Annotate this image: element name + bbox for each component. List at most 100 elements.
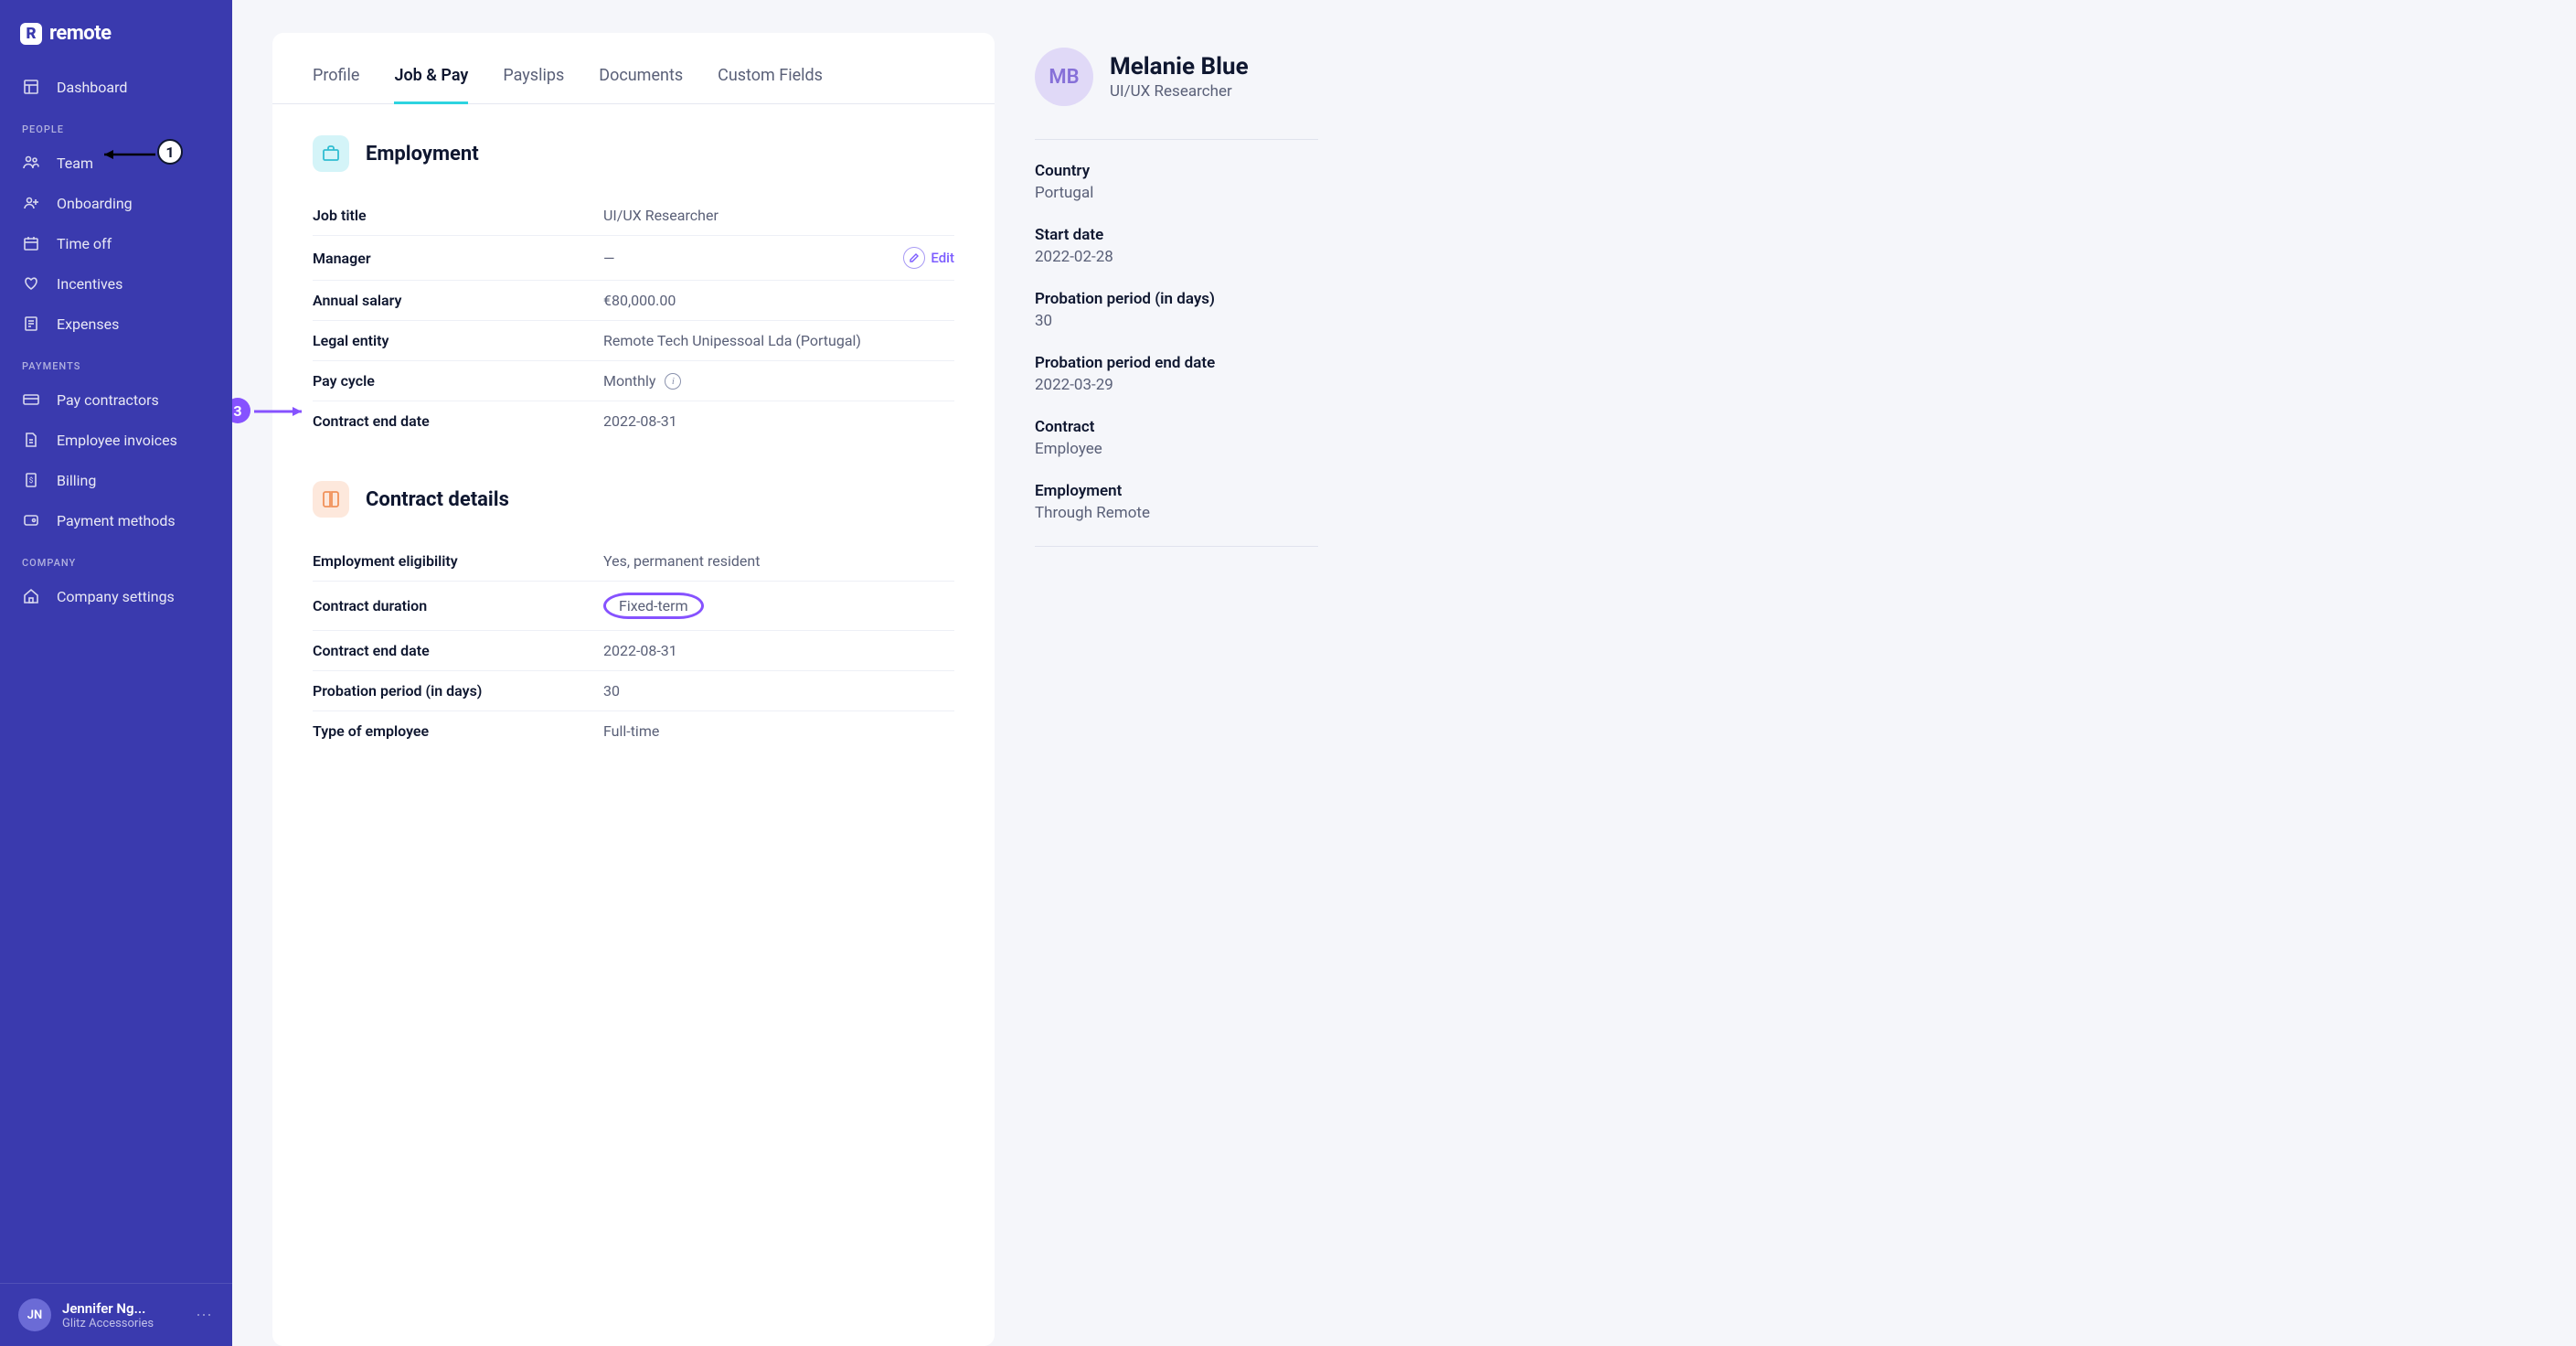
- profile-header: MB Melanie Blue UI/UX Researcher: [1035, 48, 1318, 106]
- meta-value: 2022-03-29: [1035, 376, 1318, 394]
- field-value: Remote Tech Unipessoal Lda (Portugal): [603, 332, 954, 349]
- field-value-text: —: [603, 250, 615, 267]
- sidebar: R remote Dashboard PEOPLE Team 1 Onboard…: [0, 0, 232, 1346]
- field-value: Full-time: [603, 722, 954, 740]
- user-avatar: JN: [18, 1298, 51, 1331]
- meta-value: Employee: [1035, 440, 1318, 458]
- edit-button[interactable]: Edit: [903, 247, 954, 269]
- sidebar-item-team[interactable]: Team 1: [0, 143, 232, 183]
- field-job-title: Job title UI/UX Researcher: [313, 196, 954, 236]
- tab-documents[interactable]: Documents: [599, 66, 683, 104]
- sidebar-item-expenses[interactable]: Expenses: [0, 304, 232, 344]
- meta-contract: Contract Employee: [1035, 418, 1318, 458]
- more-icon[interactable]: ⋯: [196, 1306, 214, 1325]
- divider: [1035, 139, 1318, 140]
- profile-role: UI/UX Researcher: [1110, 82, 1249, 101]
- meta-country: Country Portugal: [1035, 162, 1318, 202]
- home-icon: [22, 587, 40, 605]
- field-value-text: Monthly: [603, 372, 655, 390]
- highlight-oval: Fixed-term: [603, 593, 704, 619]
- sidebar-item-label: Employee invoices: [57, 432, 177, 449]
- profile-side-panel: MB Melanie Blue UI/UX Researcher Country…: [1035, 33, 1318, 1346]
- field-value-text: Fixed-term: [619, 597, 688, 614]
- onboarding-icon: [22, 194, 40, 212]
- briefcase-icon: [313, 135, 349, 172]
- sidebar-item-onboarding[interactable]: Onboarding: [0, 183, 232, 223]
- field-label: Contract duration: [313, 597, 603, 614]
- pencil-icon: [903, 247, 925, 269]
- field-label: Contract end date: [313, 412, 603, 430]
- field-value: Yes, permanent resident: [603, 552, 954, 570]
- book-icon: [313, 481, 349, 518]
- annotation-badge-3: 3: [232, 398, 250, 423]
- sidebar-item-label: Time off: [57, 235, 112, 252]
- section-header: Employment: [313, 135, 954, 172]
- section-contract-details: Contract details Employment eligibility …: [272, 441, 995, 751]
- sidebar-item-label: Team: [57, 155, 93, 172]
- field-value: Monthly i: [603, 372, 954, 390]
- sidebar-section-people: PEOPLE: [0, 107, 232, 143]
- field-label: Probation period (in days): [313, 682, 603, 700]
- dashboard-icon: [22, 78, 40, 96]
- field-label: Employment eligibility: [313, 552, 603, 570]
- sidebar-item-incentives[interactable]: Incentives: [0, 263, 232, 304]
- field-contract-duration: Contract duration Fixed-term: [313, 582, 954, 631]
- sidebar-item-billing[interactable]: $ Billing: [0, 460, 232, 500]
- profile-avatar: MB: [1035, 48, 1093, 106]
- sidebar-user[interactable]: JN Jennifer Ng... Glitz Accessories ⋯: [0, 1283, 232, 1346]
- meta-value: Portugal: [1035, 184, 1318, 202]
- sidebar-item-pay-contractors[interactable]: Pay contractors: [0, 379, 232, 420]
- sidebar-item-label: Pay contractors: [57, 391, 159, 409]
- tab-job-pay[interactable]: Job & Pay: [394, 66, 468, 104]
- meta-value: 2022-02-28: [1035, 248, 1318, 266]
- sidebar-item-employee-invoices[interactable]: Employee invoices: [0, 420, 232, 460]
- brand-name: remote: [49, 22, 112, 45]
- field-label: Pay cycle: [313, 372, 603, 390]
- field-probation-period: Probation period (in days) 30: [313, 671, 954, 711]
- meta-probation-end: Probation period end date 2022-03-29: [1035, 354, 1318, 394]
- sidebar-item-label: Dashboard: [57, 79, 127, 96]
- meta-label: Employment: [1035, 482, 1318, 500]
- sidebar-item-dashboard[interactable]: Dashboard: [0, 67, 232, 107]
- sidebar-section-company: COMPANY: [0, 540, 232, 576]
- field-value: 2022-08-31: [603, 412, 954, 430]
- info-icon[interactable]: i: [665, 373, 681, 390]
- sidebar-item-timeoff[interactable]: Time off: [0, 223, 232, 263]
- annotation-arrow-1: [95, 146, 165, 163]
- section-header: Contract details: [313, 481, 954, 518]
- wallet-icon: [22, 511, 40, 529]
- team-icon: [22, 154, 40, 172]
- svg-text:$: $: [29, 476, 34, 485]
- field-value: 2022-08-31: [603, 642, 954, 659]
- user-info: Jennifer Ng... Glitz Accessories: [62, 1300, 185, 1330]
- meta-label: Probation period (in days): [1035, 290, 1318, 308]
- meta-label: Country: [1035, 162, 1318, 180]
- field-annual-salary: Annual salary €80,000.00: [313, 281, 954, 321]
- field-manager: Manager — Edit: [313, 236, 954, 281]
- field-type-employee: Type of employee Full-time: [313, 711, 954, 751]
- sidebar-item-label: Billing: [57, 472, 96, 489]
- heart-icon: [22, 274, 40, 293]
- invoice-icon: [22, 431, 40, 449]
- receipt-icon: [22, 315, 40, 333]
- meta-start-date: Start date 2022-02-28: [1035, 226, 1318, 266]
- field-value: Fixed-term: [603, 593, 954, 619]
- field-value: UI/UX Researcher: [603, 207, 954, 224]
- meta-label: Probation period end date: [1035, 354, 1318, 372]
- sidebar-item-label: Onboarding: [57, 195, 133, 212]
- section-title: Employment: [366, 143, 479, 166]
- field-label: Type of employee: [313, 722, 603, 740]
- main-content: Profile Job & Pay Payslips Documents Cus…: [232, 0, 2576, 1346]
- sidebar-item-company-settings[interactable]: Company settings: [0, 576, 232, 616]
- tab-profile[interactable]: Profile: [313, 66, 359, 104]
- sidebar-nav: Dashboard PEOPLE Team 1 Onboarding Time …: [0, 67, 232, 1283]
- content-card: Profile Job & Pay Payslips Documents Cus…: [272, 33, 995, 1346]
- tab-payslips[interactable]: Payslips: [503, 66, 564, 104]
- brand-logo[interactable]: R remote: [0, 0, 232, 67]
- field-value: — Edit: [603, 247, 954, 269]
- tab-custom-fields[interactable]: Custom Fields: [718, 66, 823, 104]
- meta-label: Start date: [1035, 226, 1318, 244]
- field-value: €80,000.00: [603, 292, 954, 309]
- field-legal-entity: Legal entity Remote Tech Unipessoal Lda …: [313, 321, 954, 361]
- sidebar-item-payment-methods[interactable]: Payment methods: [0, 500, 232, 540]
